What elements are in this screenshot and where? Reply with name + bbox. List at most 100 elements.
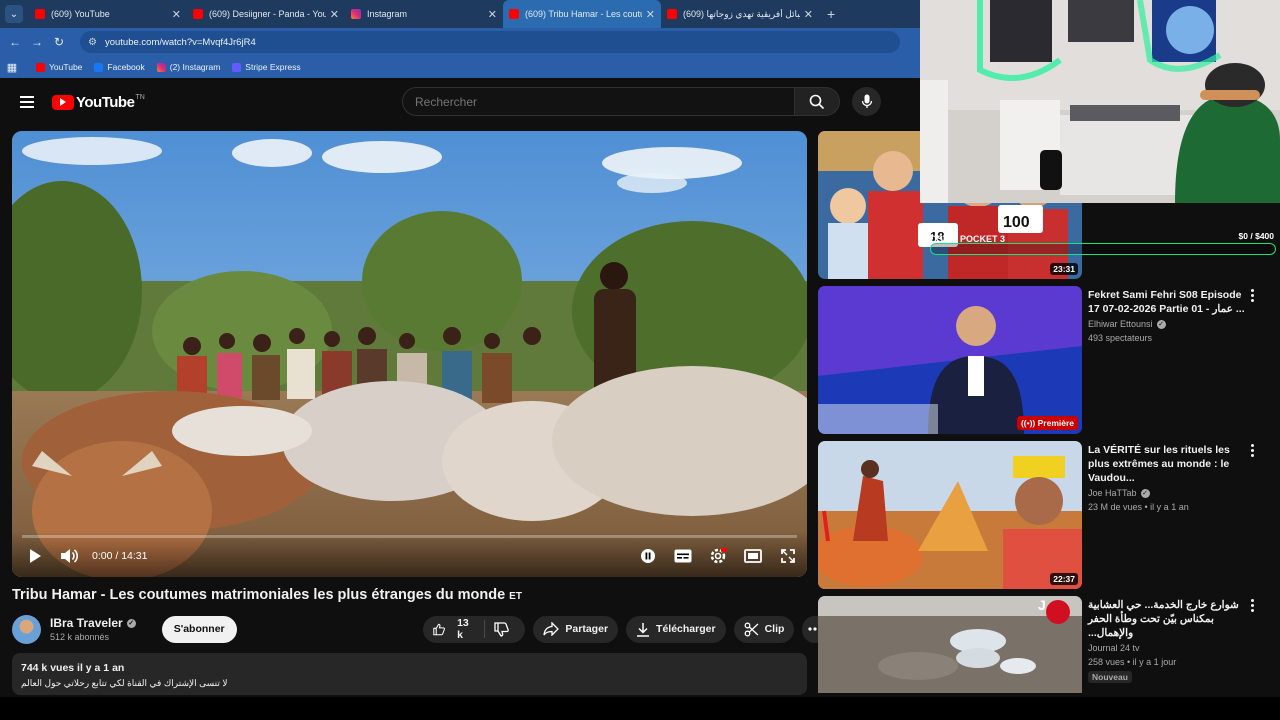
tab-search-button[interactable]: ⌄ bbox=[5, 5, 23, 23]
youtube-header: YouTube TN bbox=[0, 80, 920, 124]
channel-row: IBra Traveler ✓ 512 k abonnés S'abonner … bbox=[12, 614, 828, 644]
premiere-badge: ((•)) Première bbox=[1016, 416, 1078, 430]
browser-tab[interactable]: (609) YouTube ✕ bbox=[29, 0, 187, 28]
dislike-button[interactable] bbox=[484, 616, 525, 643]
bookmarks-bar: ▦ YouTube Facebook (2) Instagram Stripe … bbox=[0, 56, 920, 78]
description-text: لا تنسى الإشتراك في القناة لكي تتابع رحل… bbox=[21, 678, 228, 688]
video-player[interactable]: 0:00 / 14:31 bbox=[12, 131, 807, 577]
subtitles-button[interactable] bbox=[672, 545, 694, 567]
forward-arrow-icon[interactable]: → bbox=[26, 35, 48, 49]
download-label: Télécharger bbox=[656, 623, 716, 635]
browser-tab-active[interactable]: (609) Tribu Hamar - Les coutum ✕ bbox=[503, 0, 661, 28]
youtube-play-logo-icon bbox=[52, 94, 74, 110]
donation-goal: $0 / $400 bbox=[928, 229, 1278, 259]
new-tab-icon[interactable]: + bbox=[827, 6, 835, 22]
recommendation-meta: 23 M de vues • il y a 1 an bbox=[1088, 502, 1189, 512]
more-options-icon[interactable] bbox=[1249, 443, 1255, 458]
fullscreen-icon bbox=[781, 549, 795, 563]
reload-icon[interactable]: ↻ bbox=[48, 35, 70, 49]
channel-name[interactable]: IBra Traveler ✓ bbox=[50, 616, 136, 630]
more-options-icon[interactable] bbox=[1249, 598, 1255, 613]
channel-name-text: Joe HaTTab bbox=[1088, 488, 1137, 498]
bookmark-youtube[interactable]: YouTube bbox=[36, 62, 82, 72]
subscriber-count: 512 k abonnés bbox=[50, 632, 110, 642]
verified-icon: ✓ bbox=[1156, 319, 1166, 329]
recommendation-item[interactable]: J شوارع خارج الخدمة... حي العشابية بمكنا… bbox=[818, 596, 1280, 693]
recommendation-thumbnail[interactable]: ((•)) Première bbox=[818, 286, 1082, 434]
fullscreen-button[interactable] bbox=[777, 545, 799, 567]
like-count: 13 k bbox=[457, 617, 469, 641]
search-input[interactable] bbox=[402, 87, 795, 116]
share-button[interactable]: Partager bbox=[533, 615, 619, 643]
browser-tab[interactable]: Instagram ✕ bbox=[345, 0, 503, 28]
more-options-icon[interactable] bbox=[1249, 288, 1255, 303]
search-icon bbox=[809, 94, 825, 109]
pause-toggle-icon bbox=[641, 549, 655, 563]
clip-button[interactable]: Clip bbox=[733, 615, 795, 643]
recommendation-thumbnail[interactable]: J bbox=[818, 596, 1082, 693]
close-icon[interactable]: ✕ bbox=[488, 8, 497, 21]
settings-button[interactable] bbox=[707, 545, 729, 567]
close-icon[interactable]: ✕ bbox=[646, 8, 655, 21]
close-icon[interactable]: ✕ bbox=[804, 8, 813, 21]
search-button[interactable] bbox=[795, 87, 840, 116]
tab-title: (609) Desiigner - Panda - YouTu bbox=[209, 9, 326, 19]
bookmark-facebook[interactable]: Facebook bbox=[94, 62, 145, 72]
description-box[interactable]: 744 k vues il y a 1 an لا تنسى الإشتراك … bbox=[12, 653, 807, 695]
bookmark-instagram[interactable]: (2) Instagram bbox=[156, 62, 221, 72]
apps-grid-icon[interactable]: ▦ bbox=[0, 61, 24, 74]
volume-icon bbox=[61, 549, 78, 563]
browser-tab[interactable]: (609) قبائل أفريقية تهدي زوجاتها... ✕ bbox=[661, 0, 819, 28]
stripe-favicon-icon bbox=[232, 62, 242, 72]
bookmark-label: Stripe Express bbox=[245, 62, 301, 72]
recommendation-title[interactable]: La VÉRITÉ sur les rituels les plus extrê… bbox=[1088, 443, 1248, 485]
bookmark-label: YouTube bbox=[49, 62, 83, 72]
donation-progress-bar bbox=[930, 243, 1276, 255]
views-and-date: 744 k vues il y a 1 an bbox=[21, 662, 125, 674]
recommendation-title[interactable]: Fekret Sami Fehri S08 Episode 17 07-02-2… bbox=[1088, 288, 1248, 316]
volume-button[interactable] bbox=[58, 545, 80, 567]
like-button[interactable]: 13 k bbox=[423, 616, 484, 643]
recommendation-item[interactable]: ((•)) Première Fekret Sami Fehri S08 Epi… bbox=[818, 286, 1280, 434]
youtube-favicon-icon bbox=[35, 9, 45, 19]
thumbs-up-icon bbox=[433, 623, 445, 635]
subscribe-button[interactable]: S'abonner bbox=[161, 615, 237, 643]
tab-title: Instagram bbox=[367, 9, 408, 19]
browser-tab[interactable]: (609) Desiigner - Panda - YouTu ✕ bbox=[187, 0, 345, 28]
thumbs-down-icon bbox=[494, 621, 510, 637]
url-input[interactable]: ⚙ youtube.com/watch?v=Mvqf4Jr6jR4 bbox=[80, 31, 900, 53]
youtube-favicon-icon bbox=[193, 9, 203, 19]
close-icon[interactable]: ✕ bbox=[172, 8, 181, 21]
play-icon bbox=[30, 549, 41, 563]
recommendation-channel[interactable]: Journal 24 tv bbox=[1088, 643, 1248, 653]
back-arrow-icon[interactable]: ← bbox=[4, 35, 26, 49]
recommendation-channel[interactable]: Joe HaTTab ✓ bbox=[1088, 488, 1248, 498]
recommendation-thumbnail[interactable]: 22:37 bbox=[818, 441, 1082, 589]
instagram-favicon-icon bbox=[156, 62, 166, 72]
new-badge: Nouveau bbox=[1088, 671, 1132, 683]
download-button[interactable]: Télécharger bbox=[626, 615, 726, 643]
recommendation-item[interactable]: 22:37 La VÉRITÉ sur les rituels les plus… bbox=[818, 441, 1280, 589]
bookmark-label: (2) Instagram bbox=[169, 62, 221, 72]
theater-mode-button[interactable] bbox=[742, 545, 764, 567]
donation-goal-label: $0 / $400 bbox=[1238, 231, 1274, 241]
bookmark-stripe[interactable]: Stripe Express bbox=[232, 62, 301, 72]
youtube-logo[interactable]: YouTube TN bbox=[52, 94, 145, 111]
premiere-label: Première bbox=[1037, 418, 1074, 428]
like-dislike-group: 13 k bbox=[423, 615, 526, 643]
bookmark-label: Facebook bbox=[107, 62, 145, 72]
video-duration: 22:37 bbox=[1050, 573, 1078, 585]
recommendation-channel[interactable]: Elhiwar Ettounsi ✓ bbox=[1088, 319, 1248, 329]
progress-bar[interactable] bbox=[22, 535, 797, 538]
play-button[interactable] bbox=[24, 545, 46, 567]
close-icon[interactable]: ✕ bbox=[330, 8, 339, 21]
thumbnail-image bbox=[818, 441, 1082, 589]
recommendation-title[interactable]: شوارع خارج الخدمة... حي العشابية بمكناس … bbox=[1088, 598, 1248, 640]
webcam-overlay bbox=[920, 0, 1280, 203]
voice-search-button[interactable] bbox=[852, 87, 881, 116]
autoplay-toggle[interactable] bbox=[637, 545, 659, 567]
site-info-icon[interactable]: ⚙ bbox=[88, 37, 97, 48]
channel-avatar[interactable] bbox=[12, 614, 41, 644]
menu-icon[interactable] bbox=[20, 93, 34, 111]
video-frame bbox=[12, 131, 807, 577]
